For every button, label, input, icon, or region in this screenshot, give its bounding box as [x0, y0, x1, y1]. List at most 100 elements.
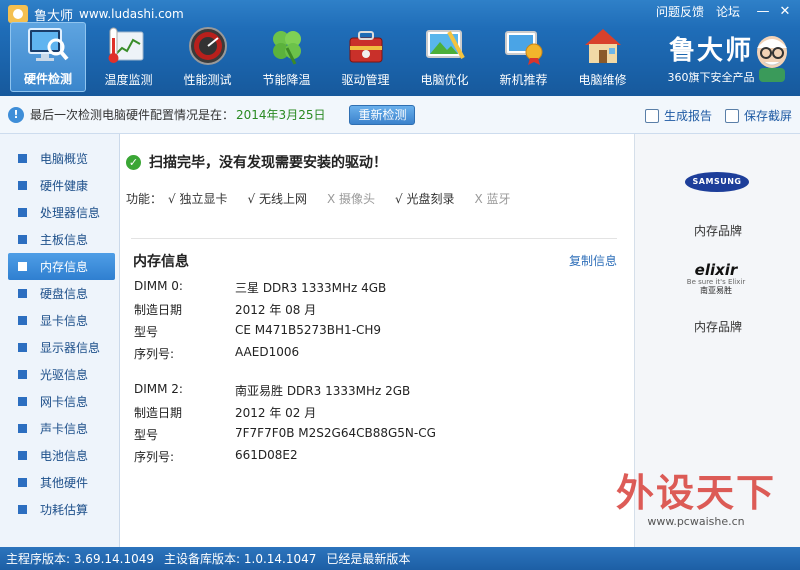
save-screenshot-button[interactable]: 保存截屏: [724, 107, 792, 124]
bullet-icon: [18, 316, 27, 325]
sidebar-item-label: 显示器信息: [40, 341, 101, 355]
watermark-url: www.pcwaishe.cn: [647, 515, 745, 528]
tab-label: 驱动管理: [341, 73, 390, 87]
main-version: 主程序版本: 3.69.14.1049: [6, 552, 155, 566]
row-key: DIMM 0:: [134, 279, 183, 293]
elixir-tagline: Be sure it's Elixir: [686, 278, 746, 286]
sidebar-item-overview[interactable]: 电脑概览: [0, 145, 119, 172]
sidebar-item-label: 其他硬件: [40, 476, 89, 490]
sidebar-item-cpu[interactable]: 处理器信息: [0, 199, 119, 226]
main-panel: ✓ 扫描完毕，没有发现需要安装的驱动！ 功能： √ 独立显卡 √ 无线上网 X …: [121, 134, 633, 547]
feature-list: 功能： √ 独立显卡 √ 无线上网 X 摄像头 √ 光盘刻录 X 蓝牙: [126, 190, 531, 207]
bullet-icon: [18, 343, 27, 352]
sidebar-item-network[interactable]: 网卡信息: [0, 388, 119, 415]
tab-pc-optimize[interactable]: 电脑优化: [405, 22, 484, 92]
row-value: 2012 年 08 月: [235, 303, 317, 317]
scan-status-text: 扫描完毕，没有发现需要安装的驱动！: [149, 155, 387, 171]
row-key: 序列号:: [134, 450, 175, 464]
sidebar-item-power[interactable]: 功耗估算: [0, 496, 119, 523]
sidebar-item-motherboard[interactable]: 主板信息: [0, 226, 119, 253]
award-icon: [502, 26, 546, 66]
bullet-icon: [18, 262, 27, 271]
sidebar-item-label: 电池信息: [40, 449, 89, 463]
dimm0-row: 序列号: AAED1006: [134, 345, 299, 365]
sidebar-item-health[interactable]: 硬件健康: [0, 172, 119, 199]
copy-info-link[interactable]: 复制信息: [569, 252, 617, 269]
dimm0-row: DIMM 0: 三星 DDR3 1333MHz 4GB: [134, 279, 386, 299]
sidebar-item-label: 硬盘信息: [40, 287, 89, 301]
dimm0-row: 制造日期 2012 年 08 月: [134, 301, 316, 321]
generate-report-label: 生成报告: [663, 109, 712, 123]
last-check-bar: ! 最后一次检测电脑硬件配置情况是在： 2014年3月25日 重新检测 生成报告…: [0, 96, 800, 134]
sidebar-item-label: 功耗估算: [40, 503, 89, 517]
feature-wifi: √ 无线上网: [247, 192, 307, 206]
speedometer-icon: [186, 26, 230, 66]
sidebar-item-label: 声卡信息: [40, 422, 89, 436]
window-controls: 问题反馈 论坛 — ✕: [656, 3, 796, 20]
sidebar-item-label: 硬件健康: [40, 179, 89, 193]
save-screenshot-label: 保存截屏: [743, 109, 792, 123]
generate-report-button[interactable]: 生成报告: [644, 107, 712, 124]
memory-brand-label: 内存品牌: [693, 320, 742, 334]
db-version: 主设备库版本: 1.0.14.1047: [164, 552, 317, 566]
features-label: 功能：: [126, 192, 163, 206]
tab-hardware-detect[interactable]: 硬件检测: [10, 22, 86, 92]
tab-label: 节能降温: [262, 73, 311, 87]
row-value: AAED1006: [235, 345, 300, 359]
tab-performance[interactable]: 性能测试: [168, 22, 247, 92]
sidebar-item-other[interactable]: 其他硬件: [0, 469, 119, 496]
tab-pc-repair[interactable]: 电脑维修: [563, 22, 642, 92]
bullet-icon: [18, 424, 27, 433]
minimize-button[interactable]: —: [752, 4, 774, 19]
sidebar-item-label: 内存信息: [40, 260, 89, 274]
tab-new-pc-recommend[interactable]: 新机推荐: [484, 22, 563, 92]
samsung-logo: SAMSUNG: [685, 172, 749, 192]
watermark-title: 外设天下: [615, 470, 776, 515]
tab-temperature[interactable]: 温度监测: [89, 22, 168, 92]
tab-driver-management[interactable]: 驱动管理: [326, 22, 405, 92]
row-value: CE M471B5273BH1-CH9: [235, 323, 382, 337]
sidebar-item-display[interactable]: 显示器信息: [0, 334, 119, 361]
report-icon: [644, 108, 659, 123]
bullet-icon: [18, 289, 27, 298]
section-title: 内存信息: [133, 254, 189, 270]
tab-label: 硬件检测: [23, 72, 72, 86]
tab-label: 电脑优化: [420, 73, 469, 87]
bullet-icon: [18, 208, 27, 217]
forum-link[interactable]: 论坛: [716, 3, 740, 20]
bullet-icon: [18, 505, 27, 514]
row-value: 三星 DDR3 1333MHz 4GB: [235, 281, 387, 295]
sidebar-item-sound[interactable]: 声卡信息: [0, 415, 119, 442]
sidebar-item-label: 显卡信息: [40, 314, 89, 328]
sidebar-item-label: 光驱信息: [40, 368, 89, 382]
mascot-icon: [750, 34, 794, 82]
toolbox-icon: [344, 26, 388, 66]
clover-icon: [265, 26, 309, 66]
feature-disc-burn: √ 光盘刻录: [395, 192, 455, 206]
sidebar-item-disk[interactable]: 硬盘信息: [0, 280, 119, 307]
row-key: 制造日期: [134, 303, 183, 317]
sidebar-item-gpu[interactable]: 显卡信息: [0, 307, 119, 334]
tab-energy-saving[interactable]: 节能降温: [247, 22, 326, 92]
close-button[interactable]: ✕: [774, 4, 796, 19]
sidebar: 电脑概览 硬件健康 处理器信息 主板信息 内存信息 硬盘信息 显卡信息 显示器信…: [0, 134, 120, 547]
row-value: 661D08E2: [235, 448, 298, 462]
tab-label: 电脑维修: [578, 73, 627, 87]
bullet-icon: [18, 370, 27, 379]
dimm0-row: 型号 CE M471B5273BH1-CH9: [134, 323, 381, 343]
app-url: www.ludashi.com: [79, 7, 184, 21]
app-logo-icon: [8, 5, 28, 23]
status-bar: 主程序版本: 3.69.14.1049 主设备库版本: 1.0.14.1047 …: [0, 547, 800, 570]
bullet-icon: [18, 451, 27, 460]
window-title: 鲁大师 www.ludashi.com: [8, 4, 184, 24]
sidebar-item-optical[interactable]: 光驱信息: [0, 361, 119, 388]
sidebar-item-memory[interactable]: 内存信息: [8, 253, 115, 280]
bullet-icon: [18, 154, 27, 163]
sidebar-item-battery[interactable]: 电池信息: [0, 442, 119, 469]
elixir-logo: elixir Be sure it's Elixir 南亚易胜: [683, 262, 749, 296]
feature-bluetooth: X 蓝牙: [474, 192, 511, 206]
row-key: 制造日期: [134, 406, 183, 420]
main-toolbar: 硬件检测 温度监测 性能测试 节能降温 驱动管理 电脑优化 新机推荐 电脑维修: [10, 22, 642, 92]
feedback-link[interactable]: 问题反馈: [656, 3, 704, 20]
recheck-button[interactable]: 重新检测: [349, 104, 416, 125]
